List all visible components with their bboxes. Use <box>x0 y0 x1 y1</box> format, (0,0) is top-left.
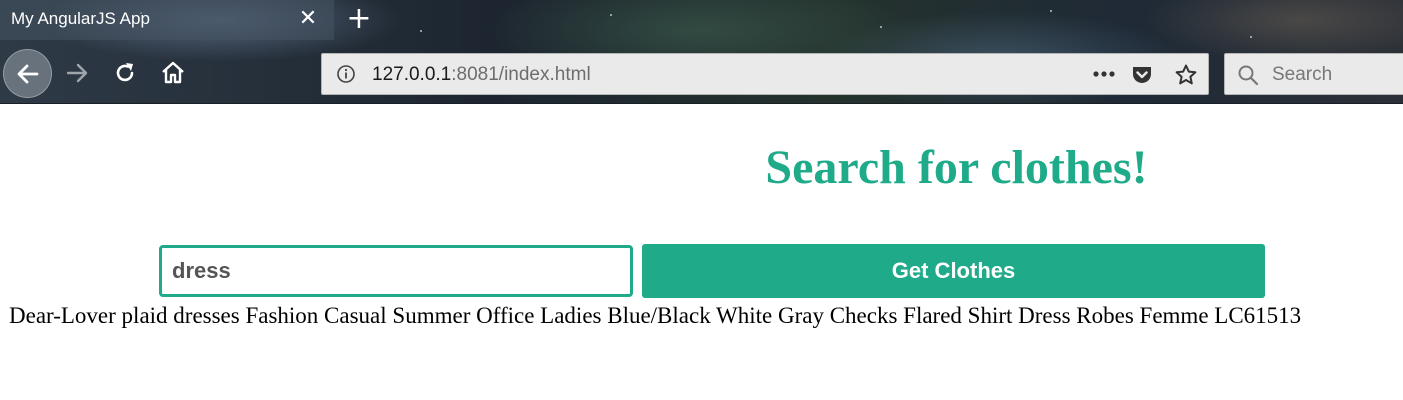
url-bar[interactable]: 127.0.0.1:8081/index.html <box>321 53 1209 95</box>
page-title: Search for clothes! <box>765 141 1148 194</box>
url-path: :8081/index.html <box>451 64 591 85</box>
background-star <box>1250 36 1252 38</box>
result-item: Dear-Lover plaid dresses Fashion Casual … <box>9 303 1302 328</box>
background-star <box>1050 10 1052 12</box>
url-host: 127.0.0.1 <box>372 64 452 85</box>
home-icon <box>162 61 184 84</box>
back-button[interactable] <box>3 49 52 98</box>
clothes-search-input[interactable] <box>159 245 633 297</box>
background-star <box>610 14 612 16</box>
arrow-left-icon <box>17 64 38 83</box>
reload-icon <box>116 63 134 82</box>
more-icon[interactable] <box>1090 63 1118 85</box>
tab-title: My AngularJS App <box>11 9 150 28</box>
reload-button[interactable] <box>108 56 142 90</box>
get-clothes-button[interactable]: Get Clothes <box>642 244 1265 298</box>
browser-tab[interactable]: My AngularJS App ✕ <box>0 0 334 40</box>
url-text[interactable]: 127.0.0.1:8081/index.html <box>372 64 591 86</box>
browser-chrome: My AngularJS App ✕ + 127.0.0.1:8081/inde… <box>0 0 1403 104</box>
new-tab-button[interactable]: + <box>344 4 374 34</box>
home-button[interactable] <box>156 56 190 90</box>
background-star <box>880 26 882 28</box>
forward-button[interactable] <box>60 56 94 90</box>
browser-search-bar[interactable]: Search <box>1224 53 1403 95</box>
pocket-icon[interactable] <box>1130 63 1154 87</box>
tab-close-icon[interactable]: ✕ <box>296 7 320 31</box>
search-placeholder: Search <box>1272 64 1333 85</box>
arrow-right-icon <box>66 63 88 83</box>
info-icon[interactable] <box>336 64 356 84</box>
background-star <box>420 30 422 32</box>
search-icon <box>1238 65 1259 86</box>
bookmark-star-icon[interactable] <box>1174 63 1198 87</box>
